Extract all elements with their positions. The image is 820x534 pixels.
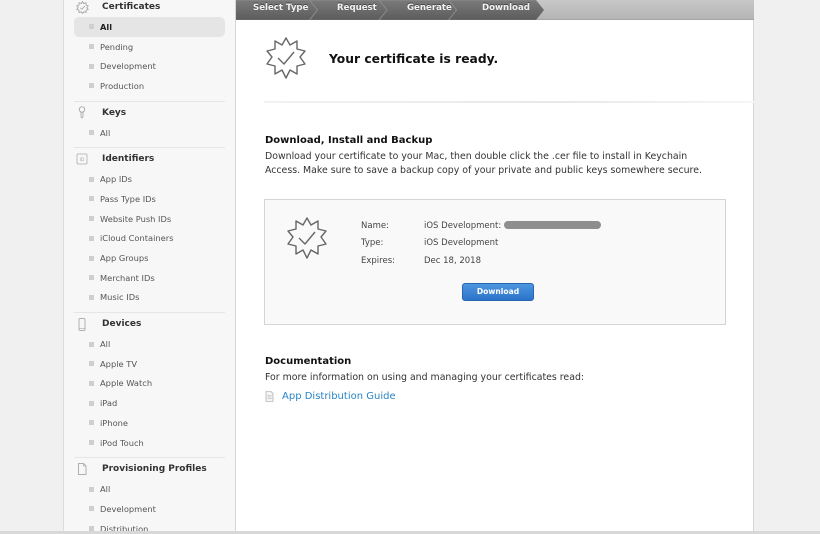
step-download: Download (482, 3, 530, 13)
sidebar-item-keys-all[interactable]: All (74, 123, 225, 143)
divider (74, 312, 225, 314)
sidebar-item-certificates-pending[interactable]: Pending (74, 37, 225, 57)
documentation-heading: Documentation (265, 356, 352, 367)
divider (74, 147, 225, 149)
sidebar-item-label: All (100, 127, 111, 138)
progress-steps: Select Type Request Generate Download (236, 0, 754, 20)
sidebar-section-header-keys[interactable]: Keys (74, 106, 225, 120)
sidebar-item-label: App Groups (100, 253, 149, 264)
sidebar-item-certificates-all[interactable]: All (74, 17, 225, 37)
sidebar-item-certificates-development[interactable]: Development (74, 56, 225, 76)
sidebar-item-pass-type-ids[interactable]: Pass Type IDs (74, 189, 225, 209)
sidebar-section-header-certificates[interactable]: Certificates (74, 0, 225, 14)
sidebar-section-provisioning-profiles: Provisioning Profiles All Development Di… (64, 462, 235, 534)
sidebar-item-ipad[interactable]: iPad (74, 393, 225, 413)
step-select-type: Select Type (253, 3, 309, 13)
download-button[interactable]: Download (462, 283, 534, 301)
name-label: Name: (361, 221, 389, 231)
install-description-line2: Access. Make sure to save a backup copy … (265, 165, 702, 176)
sidebar-item-iphone[interactable]: iPhone (74, 413, 225, 433)
sidebar-item-ipod-touch[interactable]: iPod Touch (74, 433, 225, 453)
sidebar-item-label: App IDs (100, 174, 133, 185)
certificate-badge-icon (75, 0, 89, 14)
sidebar-section-identifiers: ID Identifiers App IDs Pass Type IDs Web… (64, 152, 235, 314)
divider (74, 100, 225, 102)
expires-label: Expires: (361, 256, 395, 266)
type-value: iOS Development (424, 238, 499, 248)
sidebar-item-label: Merchant IDs (100, 272, 155, 283)
sidebar-item-profiles-all[interactable]: All (74, 479, 225, 499)
sidebar-section-title: Keys (102, 107, 127, 118)
step-generate: Generate (407, 3, 452, 13)
name-value-text: iOS Development: (424, 221, 502, 231)
sidebar-item-label: iPhone (100, 417, 129, 428)
expires-value: Dec 18, 2018 (424, 256, 482, 266)
sidebar-item-label: Website Push IDs (100, 213, 172, 224)
sidebar-item-profiles-development[interactable]: Development (74, 499, 225, 519)
sidebar-item-music-ids[interactable]: Music IDs (74, 288, 225, 308)
documentation-description: For more information on using and managi… (265, 372, 585, 383)
sidebar-item-apple-watch[interactable]: Apple Watch (74, 374, 225, 394)
install-heading: Download, Install and Backup (265, 135, 433, 146)
page: Certificates All Pending Development Pro… (0, 0, 820, 534)
type-label: Type: (361, 238, 384, 248)
sidebar-item-label: Apple Watch (100, 378, 153, 389)
sidebar-item-label: iCloud Containers (100, 233, 174, 244)
sidebar: Certificates All Pending Development Pro… (63, 0, 236, 534)
sidebar-section-header-identifiers[interactable]: ID Identifiers (74, 152, 225, 166)
sidebar-item-label: iPad (100, 398, 118, 409)
id-card-icon: ID (75, 152, 89, 166)
main-content: Select Type Request Generate Download Yo… (236, 0, 754, 534)
redacted-name (504, 220, 602, 229)
certificate-details-box: Name: iOS Development: Type: iOS Develop… (264, 199, 726, 325)
step-request: Request (337, 3, 377, 13)
app-distribution-guide-link-row[interactable]: App Distribution Guide (265, 391, 396, 402)
install-description-line1: Download your certificate to your Mac, t… (265, 151, 688, 162)
certificate-badge-icon (285, 216, 329, 264)
sidebar-item-merchant-ids[interactable]: Merchant IDs (74, 268, 225, 288)
sidebar-item-certificates-production[interactable]: Production (74, 76, 225, 96)
certificate-ready-icon (264, 36, 308, 84)
sidebar-section-devices: Devices All Apple TV Apple Watch iPad iP… (64, 317, 235, 459)
sidebar-section-certificates: Certificates All Pending Development Pro… (64, 0, 235, 102)
header-divider (264, 101, 754, 103)
sidebar-item-label: All (100, 21, 113, 32)
sidebar-item-label: Development (100, 503, 156, 514)
pdf-document-icon (265, 391, 274, 402)
sidebar-item-label: Apple TV (100, 358, 137, 369)
page-title: Your certificate is ready. (329, 52, 499, 66)
sidebar-item-label: Pending (100, 41, 134, 52)
app-distribution-guide-link[interactable]: App Distribution Guide (282, 391, 396, 402)
sidebar-item-apple-tv[interactable]: Apple TV (74, 354, 225, 374)
sidebar-item-website-push-ids[interactable]: Website Push IDs (74, 209, 225, 229)
sidebar-item-app-groups[interactable]: App Groups (74, 248, 225, 268)
sidebar-item-devices-all[interactable]: All (74, 334, 225, 354)
sidebar-section-title: Provisioning Profiles (102, 464, 207, 475)
sidebar-section-title: Certificates (102, 2, 161, 12)
sidebar-item-label: Music IDs (100, 292, 140, 303)
sidebar-section-header-provisioning-profiles[interactable]: Provisioning Profiles (74, 462, 225, 476)
name-value: iOS Development: (424, 220, 602, 231)
sidebar-item-label: All (100, 339, 111, 350)
key-icon (75, 106, 89, 120)
svg-text:ID: ID (80, 157, 85, 163)
sidebar-item-app-ids[interactable]: App IDs (74, 169, 225, 189)
iphone-device-icon (75, 317, 89, 331)
sidebar-item-icloud-containers[interactable]: iCloud Containers (74, 229, 225, 249)
sidebar-item-label: Pass Type IDs (100, 193, 156, 204)
sidebar-item-label: All (100, 484, 111, 495)
sidebar-item-label: iPod Touch (100, 437, 144, 448)
divider (74, 457, 225, 459)
sidebar-section-header-devices[interactable]: Devices (74, 317, 225, 331)
sidebar-section-keys: Keys All (64, 106, 235, 149)
sidebar-section-title: Identifiers (102, 154, 155, 165)
sidebar-section-title: Devices (102, 319, 142, 330)
sidebar-item-label: Production (100, 80, 145, 91)
document-icon (75, 462, 89, 476)
sidebar-item-label: Development (100, 61, 156, 72)
